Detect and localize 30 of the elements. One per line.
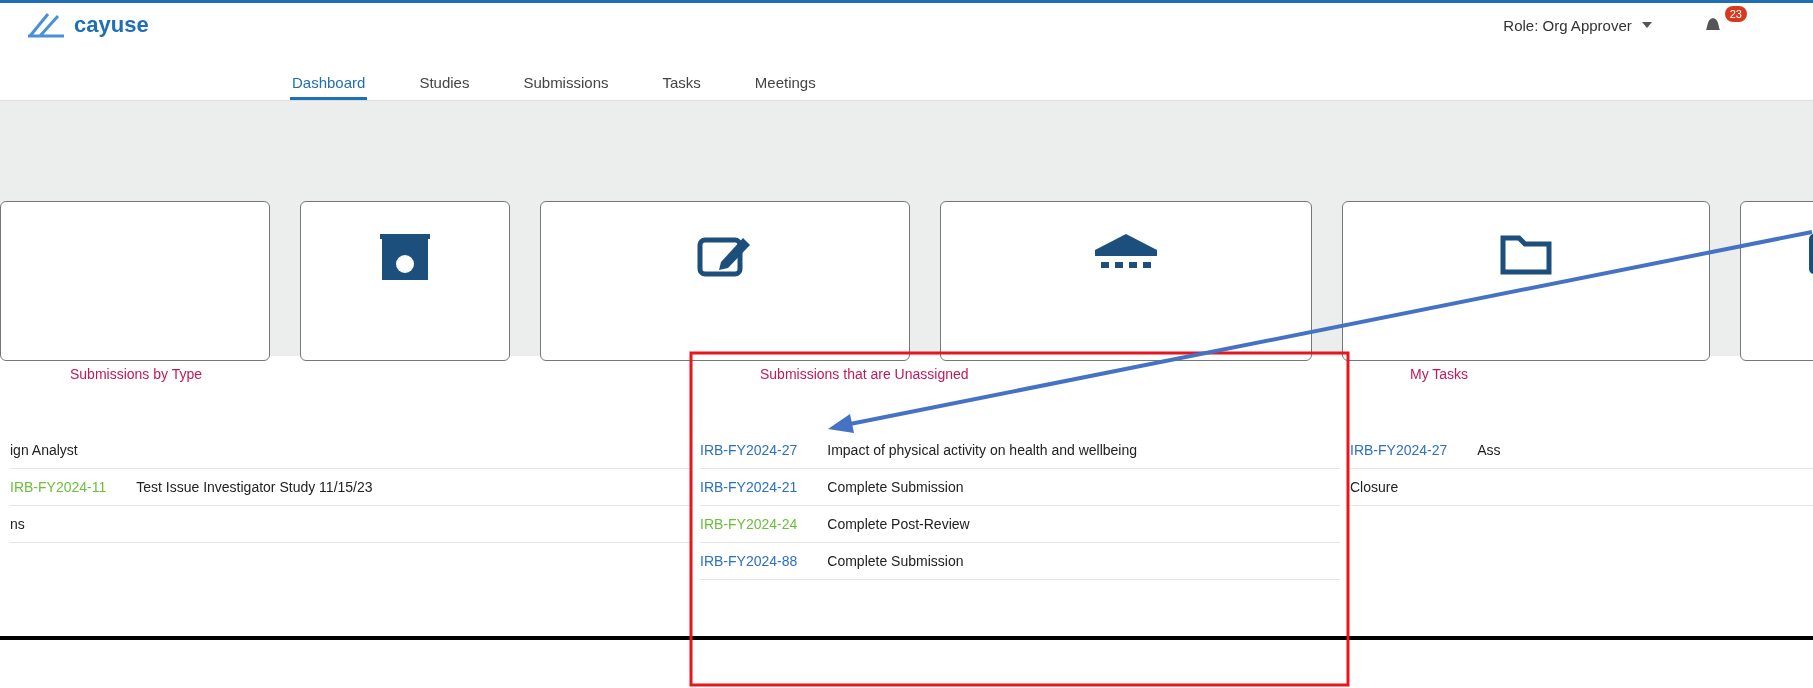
submission-link[interactable]: IRB-FY2024-88 [700, 553, 798, 569]
caret-icon[interactable] [1641, 22, 1652, 28]
nav-tab[interactable]: Submissions [521, 68, 611, 100]
submission-link[interactable]: IRB-FY2024-27 [1350, 442, 1448, 458]
row-text: Ass [1477, 442, 1501, 458]
row-text: Impact of physical activity on health and wellbeing [827, 442, 1137, 458]
submission-link[interactable]: IRB-FY2024-27 [700, 442, 798, 458]
nav-tab[interactable]: Studies [417, 68, 472, 100]
id-badge-icon [380, 232, 430, 282]
logo-icon [26, 12, 66, 38]
dashboard-card[interactable] [940, 201, 1312, 361]
row-text: Test Issue Investigator Study 11/15/23 [136, 479, 373, 495]
notification-count: 23 [1724, 6, 1747, 22]
dashboard-card[interactable] [1342, 201, 1710, 361]
dashboard-card[interactable] [300, 201, 510, 361]
dashboard-card[interactable] [540, 201, 910, 361]
panel-title: My Tasks [1410, 366, 1470, 382]
logo-text: cayuse [74, 12, 149, 38]
panel-title: Submissions that are Unassigned [760, 366, 970, 382]
role-selector[interactable]: Role: Org Approver [1503, 16, 1632, 34]
row-text: Closure [1350, 479, 1399, 495]
nav-tab[interactable]: Tasks [660, 68, 703, 100]
panel-title: Submissions by Type [70, 366, 204, 382]
row-text: Complete Submission [827, 553, 964, 569]
submission-link[interactable]: IRB-FY2024-21 [700, 479, 798, 495]
row-text: ns [10, 516, 25, 532]
row-text: Complete Submission [827, 479, 964, 495]
row-text: Complete Post-Review [827, 516, 970, 532]
row-text: ign Analyst [10, 442, 78, 458]
nav-tab[interactable]: Meetings [752, 68, 818, 100]
